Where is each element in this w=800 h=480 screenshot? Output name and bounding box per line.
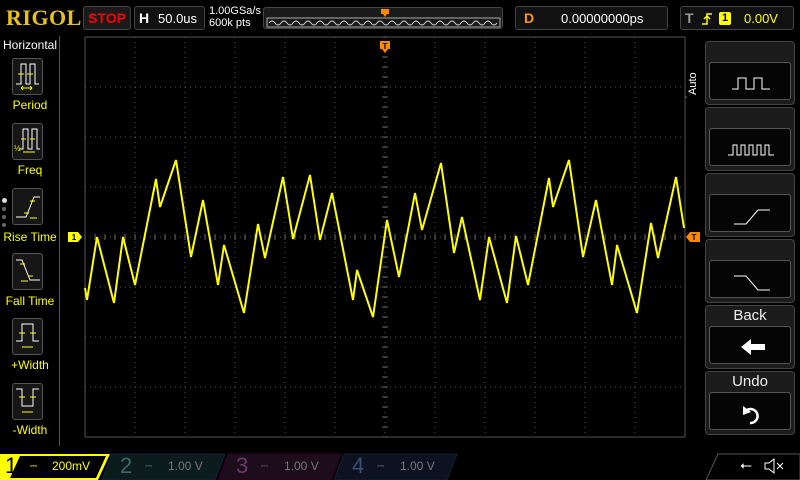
sound-muted-icon[interactable]: [763, 457, 785, 475]
ch4-number[interactable]: 4: [352, 452, 364, 480]
undo-icon: [743, 406, 759, 425]
undo-label: Undo: [732, 373, 768, 390]
undo-button[interactable]: Undo: [705, 371, 795, 435]
trigger-level-marker: T: [686, 232, 700, 242]
ch3-number[interactable]: 3: [236, 452, 248, 480]
ch3-scale[interactable]: 1.00 V: [284, 454, 319, 478]
ch1-offset-marker: 1: [68, 232, 82, 242]
rising-edge-icon: [734, 209, 770, 225]
falling-edge-icon: [734, 275, 770, 291]
ch3-coupling-icon: ⎓: [261, 461, 269, 471]
fast-square-wave-icon: [728, 144, 774, 156]
ch2-coupling-icon: ⎓: [145, 461, 153, 471]
ch1-scale[interactable]: 200mV: [52, 454, 90, 478]
trigger-position-marker: T: [380, 41, 390, 53]
auto-freq-button[interactable]: [705, 107, 795, 171]
trigger-level-label: T: [692, 233, 697, 242]
auto-rise-button[interactable]: [705, 173, 795, 237]
auto-period-button[interactable]: [705, 41, 795, 105]
waveform-display: T 1 T: [68, 36, 700, 438]
trigger-position-label: T: [383, 42, 388, 51]
ch2-scale[interactable]: 1.00 V: [168, 454, 203, 478]
auto-tab-label: Auto: [687, 72, 699, 95]
ch1-marker-label: 1: [72, 233, 77, 242]
back-label: Back: [733, 307, 767, 324]
usb-icon: ⭠: [740, 457, 753, 474]
square-wave-icon: [732, 77, 770, 90]
back-arrow-icon: [741, 339, 765, 355]
auto-fall-button[interactable]: [705, 239, 795, 303]
ch2-number[interactable]: 2: [120, 452, 132, 480]
ch4-coupling-icon: ⎓: [377, 461, 385, 471]
back-button[interactable]: Back: [705, 305, 795, 369]
ch4-scale[interactable]: 1.00 V: [400, 454, 435, 478]
ch1-coupling-icon: ⎓: [30, 461, 38, 471]
ch1-number[interactable]: 1: [5, 452, 17, 480]
